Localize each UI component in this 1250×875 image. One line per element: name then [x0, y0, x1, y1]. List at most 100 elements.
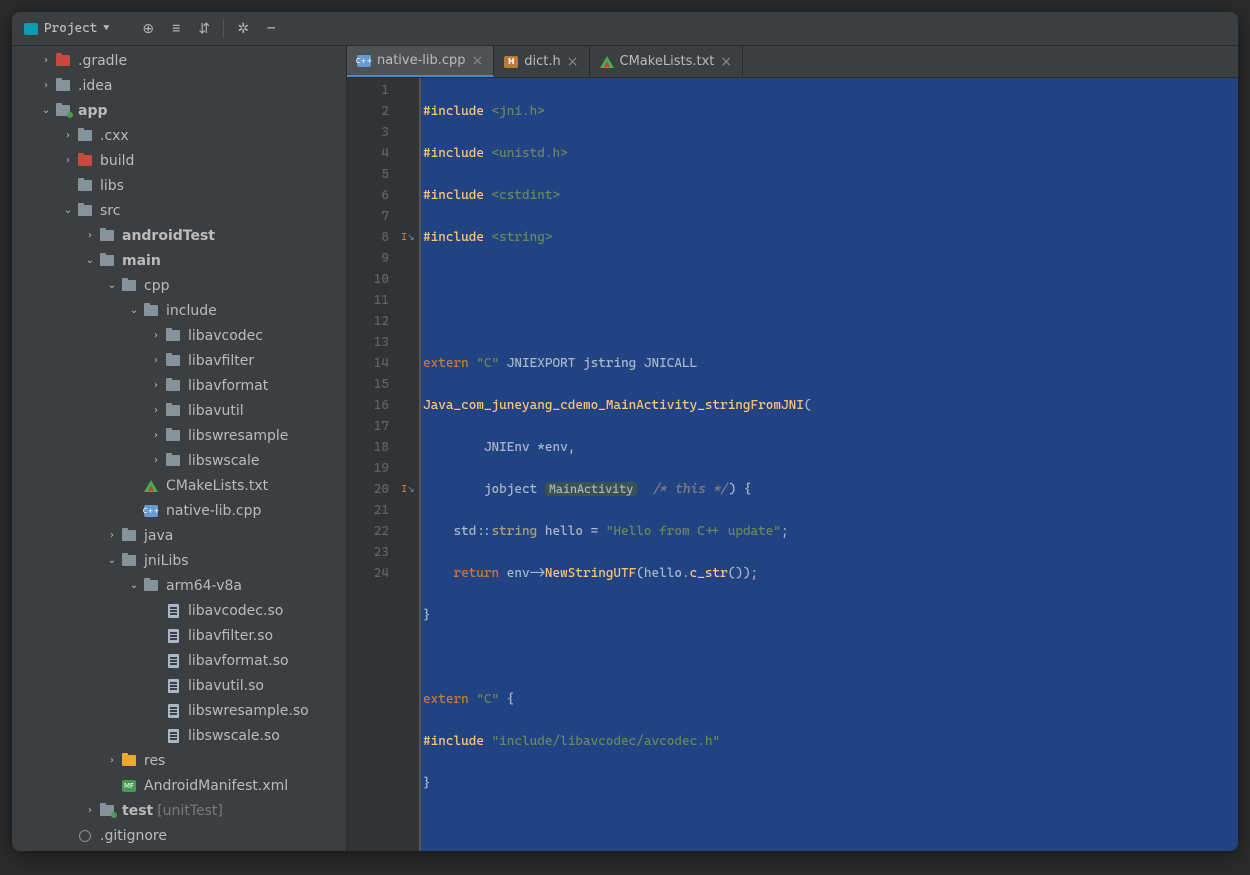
tree-item[interactable]: libs: [12, 173, 346, 198]
line-number: 19: [347, 458, 389, 479]
chevron-down-icon[interactable]: ⌄: [82, 255, 98, 266]
chevron-right-icon[interactable]: ›: [148, 455, 164, 466]
tree-item[interactable]: ⌄ arm64-v8a: [12, 573, 346, 598]
tree-item[interactable]: libavfilter.so: [12, 623, 346, 648]
cpp-icon: C++: [142, 504, 160, 518]
tree-item[interactable]: C++native-lib.cpp: [12, 498, 346, 523]
expand-icon[interactable]: ≡: [165, 18, 187, 40]
line-number: 17: [347, 416, 389, 437]
folder-icon: [164, 429, 182, 443]
tree-item-label: .idea: [78, 78, 112, 94]
tree-item[interactable]: › .idea: [12, 73, 346, 98]
chevron-right-icon[interactable]: ›: [148, 405, 164, 416]
tree-item[interactable]: ›libswresample: [12, 423, 346, 448]
chevron-right-icon[interactable]: ›: [104, 530, 120, 541]
project-dropdown[interactable]: Project ▼: [18, 19, 115, 38]
chevron-down-icon[interactable]: ⌄: [126, 305, 142, 316]
tree-item[interactable]: ⌄ jniLibs: [12, 548, 346, 573]
line-number: 12: [347, 311, 389, 332]
locate-icon[interactable]: ⊕: [137, 18, 159, 40]
implements-icon[interactable]: I↘: [397, 227, 419, 248]
editor-tab[interactable]: Hdict.h×: [494, 46, 589, 77]
project-tree[interactable]: ›.gradle›.idea⌄app›.cxx›buildlibs⌄src›an…: [12, 46, 347, 851]
chevron-right-icon[interactable]: ›: [82, 805, 98, 816]
code-editor[interactable]: #include <jni.h> #include <unistd.h> #in…: [421, 78, 1238, 851]
chevron-down-icon[interactable]: ⌄: [104, 555, 120, 566]
folder-icon: [120, 554, 138, 568]
tree-item[interactable]: libavformat.so: [12, 648, 346, 673]
close-icon[interactable]: ×: [472, 53, 484, 69]
editor-tab[interactable]: CMakeLists.txt ×: [590, 46, 744, 77]
tree-item-label: libavutil: [188, 403, 244, 419]
tree-item[interactable]: ›libavfilter: [12, 348, 346, 373]
chevron-right-icon[interactable]: ›: [148, 355, 164, 366]
line-number: 14: [347, 353, 389, 374]
tree-item-label: libavformat: [188, 378, 268, 394]
line-number: 4: [347, 143, 389, 164]
line-number: 1: [347, 80, 389, 101]
tree-item-label: arm64-v8a: [166, 578, 242, 594]
tree-item-label: AndroidManifest.xml: [144, 778, 288, 794]
tree-item[interactable]: ⌄src: [12, 198, 346, 223]
chevron-down-icon[interactable]: ⌄: [126, 580, 142, 591]
tree-item[interactable]: ›androidTest: [12, 223, 346, 248]
tree-item[interactable]: ›res: [12, 748, 346, 773]
chevron-right-icon[interactable]: ›: [38, 55, 54, 66]
chevron-down-icon[interactable]: ⌄: [38, 105, 54, 116]
tree-item[interactable]: ⌄cpp: [12, 273, 346, 298]
tree-item[interactable]: ›build: [12, 148, 346, 173]
tree-item[interactable]: ⌄include: [12, 298, 346, 323]
gutter-spacer: [397, 395, 419, 416]
implements-icon[interactable]: I↘: [397, 479, 419, 500]
tree-item-label: java: [144, 528, 173, 544]
tree-item[interactable]: › libswscale: [12, 448, 346, 473]
tree-item[interactable]: ⌄main: [12, 248, 346, 273]
tree-item[interactable]: › libavutil: [12, 398, 346, 423]
folder-icon: [120, 754, 138, 768]
collapse-icon[interactable]: ⇵: [193, 18, 215, 40]
tree-item[interactable]: › java: [12, 523, 346, 548]
tab-label: CMakeLists.txt: [620, 54, 715, 69]
folder-icon: [142, 304, 160, 318]
tree-item[interactable]: libswscale.so: [12, 723, 346, 748]
line-number: 2: [347, 101, 389, 122]
tab-label: native-lib.cpp: [377, 53, 466, 68]
chevron-right-icon[interactable]: ›: [60, 155, 76, 166]
chevron-right-icon[interactable]: ›: [148, 330, 164, 341]
tree-item[interactable]: ›libavcodec: [12, 323, 346, 348]
tree-item[interactable]: ›test [unitTest]: [12, 798, 346, 823]
chevron-down-icon[interactable]: ⌄: [60, 205, 76, 216]
tree-item-label: jniLibs: [144, 553, 189, 569]
chevron-right-icon[interactable]: ›: [82, 230, 98, 241]
line-number: 8: [347, 227, 389, 248]
file-icon: [164, 629, 182, 643]
close-icon[interactable]: ×: [567, 54, 579, 70]
tree-item-label: libswscale: [188, 453, 259, 469]
tree-item[interactable]: MFAndroidManifest.xml: [12, 773, 346, 798]
hide-icon[interactable]: —: [260, 18, 282, 40]
line-number: 22: [347, 521, 389, 542]
editor-tab[interactable]: C++native-lib.cpp×: [347, 46, 494, 77]
tree-item[interactable]: ›.cxx: [12, 123, 346, 148]
tree-item[interactable]: libavutil.so: [12, 673, 346, 698]
gear-icon[interactable]: ✲: [232, 18, 254, 40]
tree-item[interactable]: ›.gradle: [12, 48, 346, 73]
tree-item[interactable]: ⌄app: [12, 98, 346, 123]
tree-item[interactable]: libswresample.so: [12, 698, 346, 723]
chevron-right-icon[interactable]: ›: [148, 430, 164, 441]
chevron-down-icon[interactable]: ⌄: [104, 280, 120, 291]
tree-item[interactable]: .gitignore: [12, 823, 346, 848]
tree-item[interactable]: CMakeLists.txt: [12, 473, 346, 498]
chevron-right-icon[interactable]: ›: [104, 755, 120, 766]
tree-item-label: libavformat.so: [188, 653, 289, 669]
tree-item[interactable]: libavcodec.so: [12, 598, 346, 623]
gutter-spacer: [397, 185, 419, 206]
tree-item[interactable]: › libavformat: [12, 373, 346, 398]
project-icon: [24, 23, 38, 35]
line-number: 7: [347, 206, 389, 227]
chevron-right-icon[interactable]: ›: [38, 80, 54, 91]
file-icon: [164, 704, 182, 718]
close-icon[interactable]: ×: [720, 54, 732, 70]
chevron-right-icon[interactable]: ›: [148, 380, 164, 391]
chevron-right-icon[interactable]: ›: [60, 130, 76, 141]
